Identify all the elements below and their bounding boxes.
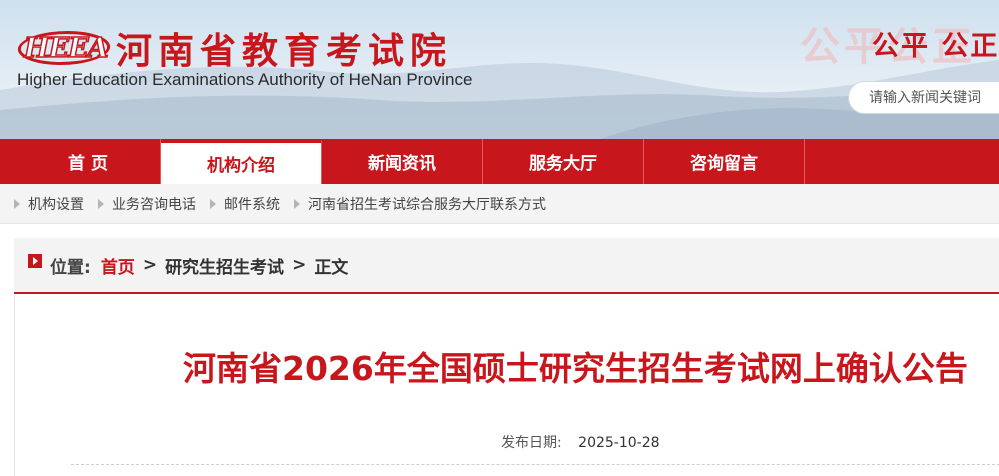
search-box[interactable]	[848, 81, 999, 114]
breadcrumb-section-link[interactable]: 研究生招生考试	[165, 253, 284, 278]
motto-text: 公平 公正	[872, 31, 999, 62]
sublink-service-hall[interactable]: 河南省招生考试综合服务大厅联系方式	[294, 194, 546, 214]
site-logo[interactable]: HEEA 河南省教育考试院	[14, 22, 453, 74]
breadcrumb-home-link[interactable]: 首页	[101, 253, 135, 278]
nav-item-about[interactable]: 机构介绍	[161, 139, 322, 184]
sublink-arrow-icon	[210, 198, 216, 209]
site-name-en: Higher Education Examinations Authority …	[17, 70, 473, 89]
sublink-label: 河南省招生考试综合服务大厅联系方式	[308, 196, 546, 213]
publish-date-value: 2025-10-28	[578, 435, 660, 451]
breadcrumb: 位置: 首页 > 研究生招生考试 > 正文	[14, 238, 999, 294]
sublink-phone[interactable]: 业务咨询电话	[98, 194, 196, 214]
breadcrumb-arrow-icon	[28, 254, 42, 268]
breadcrumb-current: 正文	[314, 257, 349, 278]
nav-item-news[interactable]: 新闻资讯	[322, 139, 483, 184]
breadcrumb-label: 位置:	[50, 257, 91, 278]
sublink-arrow-icon	[294, 198, 300, 209]
nav-item-home[interactable]: 首 页	[16, 139, 161, 184]
nav-item-services[interactable]: 服务大厅	[483, 139, 644, 184]
logo-letters: HEEA	[23, 32, 109, 65]
sub-nav: 机构设置 业务咨询电话 邮件系统 河南省招生考试综合服务大厅联系方式	[0, 184, 999, 224]
breadcrumb-separator: >	[292, 255, 307, 275]
article-divider	[71, 464, 999, 465]
article-content: 河南省2026年全国硕士研究生招生考试网上确认公告 发布日期: 2025-10-…	[14, 296, 999, 476]
site-name-cn: 河南省教育考试院	[116, 30, 453, 72]
nav-item-consult[interactable]: 咨询留言	[644, 139, 805, 184]
sublink-mail[interactable]: 邮件系统	[210, 194, 280, 214]
article-title: 河南省2026年全国硕士研究生招生考试网上确认公告	[183, 349, 968, 388]
sublink-org-structure[interactable]: 机构设置	[14, 194, 84, 214]
sublink-label: 机构设置	[28, 196, 84, 213]
breadcrumb-separator: >	[142, 255, 158, 275]
site-header: HEEA 河南省教育考试院 Higher Education Examinati…	[0, 0, 999, 139]
sublink-label: 业务咨询电话	[112, 196, 196, 213]
search-input[interactable]	[869, 88, 999, 108]
publish-date-label: 发布日期:	[501, 435, 562, 451]
publish-date: 发布日期: 2025-10-28	[501, 432, 660, 452]
main-nav: 首 页 机构介绍 新闻资讯 服务大厅 咨询留言	[0, 139, 999, 184]
heea-logo-badge: HEEA	[14, 27, 114, 69]
sublink-arrow-icon	[98, 198, 104, 209]
sublink-label: 邮件系统	[224, 196, 280, 213]
sublink-arrow-icon	[14, 198, 20, 209]
